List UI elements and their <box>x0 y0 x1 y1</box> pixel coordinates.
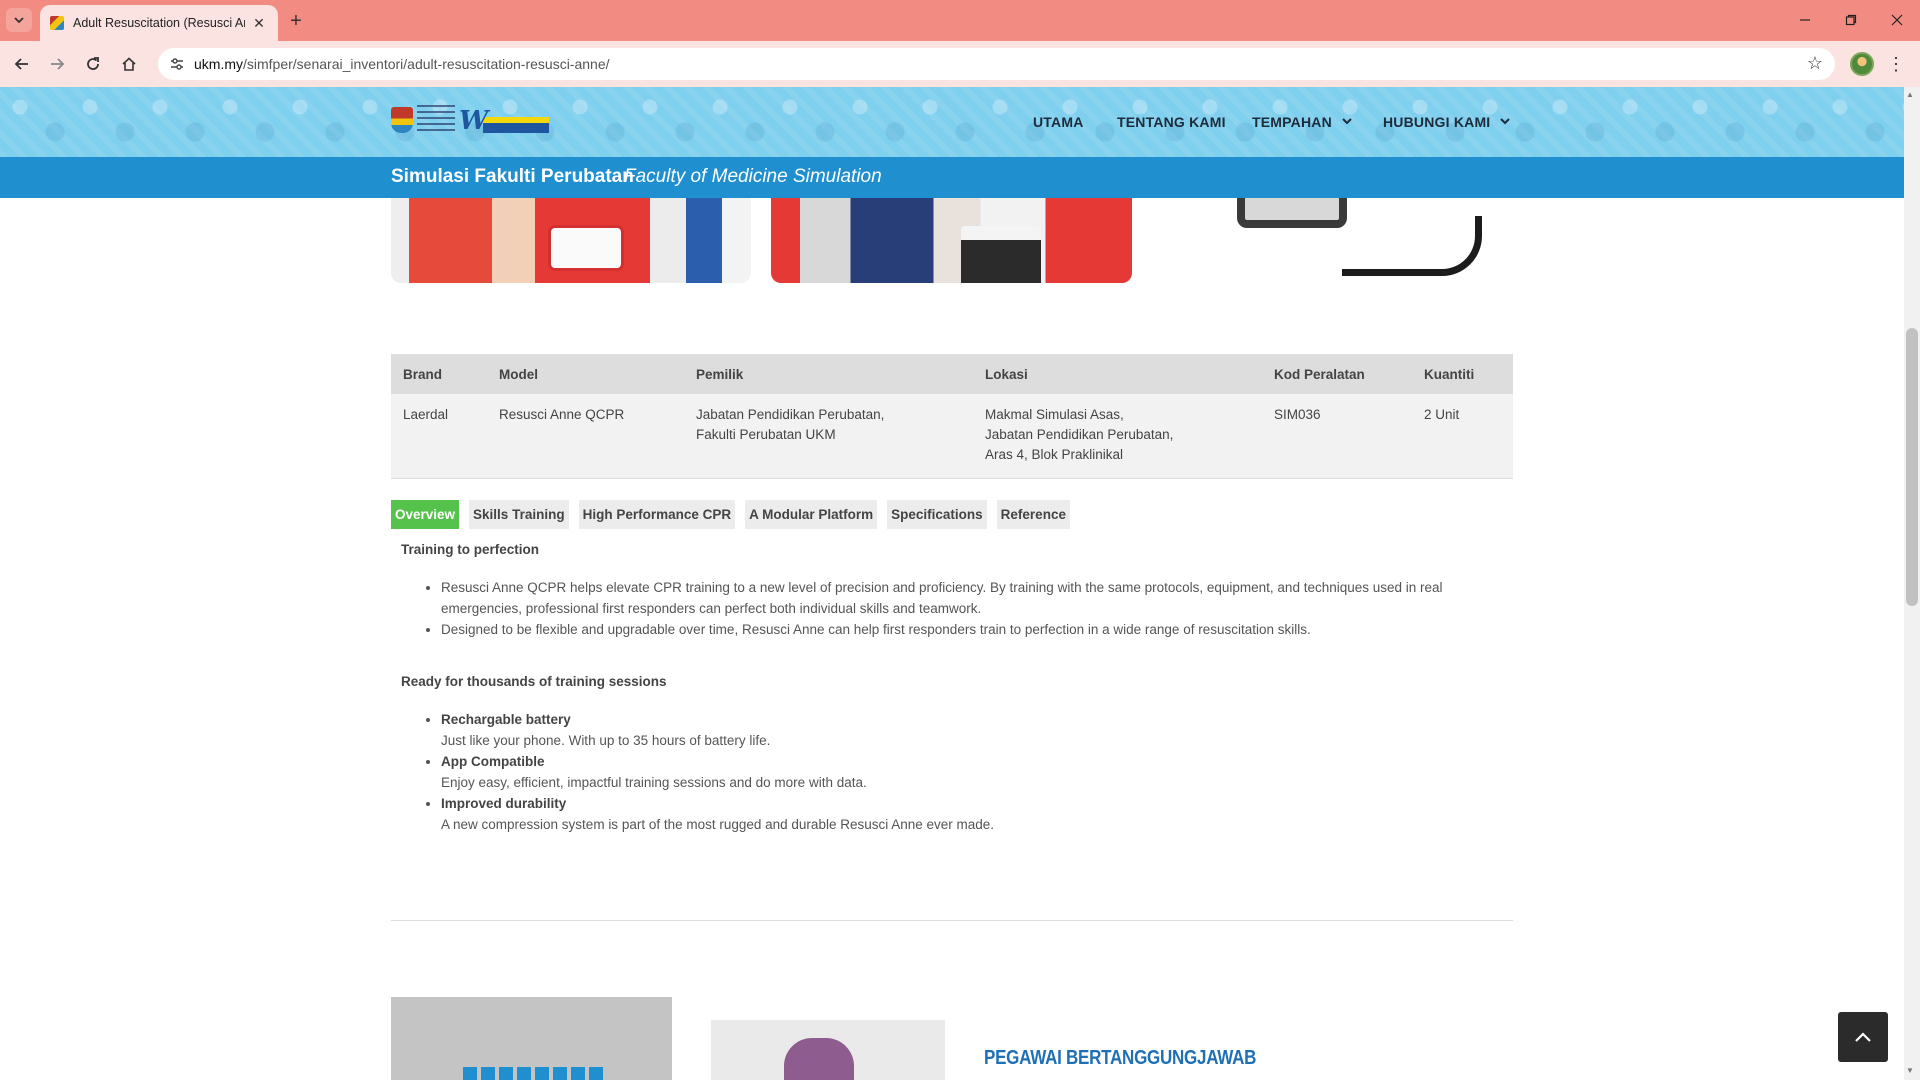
pemilik-cell: Jabatan Pendidikan Perubatan, Fakulti Pe… <box>684 394 973 479</box>
plus-icon[interactable]: + <box>282 8 310 34</box>
column-header: Kod Peralatan <box>1262 354 1412 394</box>
feature-title: App Compatible <box>441 754 545 769</box>
content-tabs: Overview Skills Training High Performanc… <box>391 500 1070 529</box>
site-title: Simulasi Fakulti Perubatan <box>391 166 634 187</box>
brand-cell: Laerdal <box>391 394 487 479</box>
nav-item-hubungi-kami[interactable]: HUBUNGI KAMI <box>1383 114 1511 130</box>
tab-reference[interactable]: Reference <box>996 500 1070 529</box>
site-subtitle: Faculty of Medicine Simulation <box>624 166 882 187</box>
lokasi-cell: Makmal Simulasi Asas, Jabatan Pendidikan… <box>973 394 1262 479</box>
column-header: Pemilik <box>684 354 973 394</box>
list-item: Designed to be flexible and upgradable o… <box>441 619 1511 640</box>
lokasi-line: Aras 4, Blok Praklinikal <box>985 447 1124 462</box>
url-text: ukm.my/simfper/senarai_inventori/adult-r… <box>194 56 610 72</box>
section-divider <box>391 920 1513 921</box>
nav-label: UTAMA <box>1033 114 1084 130</box>
list-item: Rechargable battery Just like your phone… <box>441 709 1511 751</box>
chevron-down-icon <box>1342 117 1352 128</box>
column-header: Kuantiti <box>1412 354 1513 394</box>
nav-item-utama[interactable]: UTAMA <box>1033 114 1084 130</box>
chevron-up-icon <box>1855 1032 1871 1042</box>
lokasi-line: Makmal Simulasi Asas, <box>985 407 1124 422</box>
address-bar[interactable]: ukm.my/simfper/senarai_inventori/adult-r… <box>158 48 1835 80</box>
gallery-image-1[interactable] <box>391 198 751 283</box>
nav-item-tentang-kami[interactable]: TENTANG KAMI <box>1117 114 1226 130</box>
table-row: Laerdal Resusci Anne QCPR Jabatan Pendid… <box>391 394 1513 479</box>
home-icon[interactable] <box>115 50 143 78</box>
url-path: /simfper/senarai_inventori/adult-resusci… <box>243 56 610 72</box>
nav-item-tempahan[interactable]: TEMPAHAN <box>1252 114 1352 130</box>
tab-specifications[interactable]: Specifications <box>887 500 987 529</box>
list-item: App Compatible Enjoy easy, efficient, im… <box>441 751 1511 793</box>
back-arrow-icon[interactable] <box>8 50 36 78</box>
feature-text: A new compression system is part of the … <box>441 817 995 832</box>
bullet-list: Resusci Anne QCPR helps elevate CPR trai… <box>401 577 1511 640</box>
section-title: Training to perfection <box>401 542 540 557</box>
chevron-down-icon <box>1500 117 1511 128</box>
tab-title: Adult Resuscitation (Resusci Anne <box>73 16 245 30</box>
pemilik-line: Fakulti Perubatan UKM <box>696 427 836 442</box>
page-viewport: W UTAMA TENTANG KAMI TEMPAHAN HUBUNGI KA… <box>0 87 1904 1080</box>
staff-logo-image <box>391 997 672 1080</box>
scroll-up-arrow-icon[interactable]: ▲ <box>1906 90 1914 99</box>
feature-title: Improved durability <box>441 796 567 811</box>
site-subheader: Simulasi Fakulti Perubatan Faculty of Me… <box>0 157 1904 198</box>
lokasi-line: Jabatan Pendidikan Perubatan, <box>985 427 1174 442</box>
column-header: Brand <box>391 354 487 394</box>
equipment-table: Brand Model Pemilik Lokasi Kod Peralatan… <box>391 354 1513 479</box>
back-to-top-button[interactable] <box>1838 1012 1888 1062</box>
tab-high-performance-cpr[interactable]: High Performance CPR <box>578 500 736 529</box>
feature-title: Rechargable battery <box>441 712 571 727</box>
restore-icon[interactable] <box>1836 8 1866 32</box>
gallery-image-2[interactable] <box>771 198 1132 283</box>
forward-arrow-icon[interactable] <box>43 50 71 78</box>
site-logo[interactable]: W <box>391 102 553 136</box>
scrollbar-thumb[interactable] <box>1906 328 1918 606</box>
section-title: Ready for thousands of training sessions <box>401 674 667 689</box>
more-vert-icon[interactable]: ⋮ <box>1886 52 1906 76</box>
pemilik-line: Jabatan Pendidikan Perubatan, <box>696 407 885 422</box>
profile-avatar[interactable] <box>1850 52 1874 76</box>
feature-text: Just like your phone. With up to 35 hour… <box>441 733 771 748</box>
browser-toolbar: ukm.my/simfper/senarai_inventori/adult-r… <box>0 41 1920 87</box>
ukm-crest-icon <box>391 107 413 133</box>
tab-modular-platform[interactable]: A Modular Platform <box>745 500 878 529</box>
nav-label: TENTANG KAMI <box>1117 114 1226 130</box>
model-cell: Resusci Anne QCPR <box>487 394 684 479</box>
site-favicon-icon <box>50 16 64 30</box>
browser-tab[interactable]: Adult Resuscitation (Resusci Anne ✕ <box>40 5 278 41</box>
list-item: Resusci Anne QCPR helps elevate CPR trai… <box>441 577 1511 619</box>
list-item: Improved durability A new compression sy… <box>441 793 1511 835</box>
browser-tab-strip: Adult Resuscitation (Resusci Anne ✕ + <box>0 0 1920 41</box>
site-header: W UTAMA TENTANG KAMI TEMPAHAN HUBUNGI KA… <box>0 87 1904 157</box>
tab-overview[interactable]: Overview <box>391 500 460 529</box>
table-header-row: Brand Model Pemilik Lokasi Kod Peralatan… <box>391 354 1513 394</box>
chevron-down-icon[interactable] <box>6 8 32 32</box>
reload-icon[interactable] <box>79 50 107 78</box>
minimize-icon[interactable] <box>1790 8 1820 32</box>
overview-panel: Training to perfection Resusci Anne QCPR… <box>401 542 1511 835</box>
ukm-logo <box>391 103 455 135</box>
kuantiti-cell: 2 Unit <box>1412 394 1513 479</box>
feature-text: Enjoy easy, efficient, impactful trainin… <box>441 775 867 790</box>
tab-skills-training[interactable]: Skills Training <box>469 500 569 529</box>
tune-icon[interactable] <box>168 55 186 73</box>
star-icon[interactable]: ☆ <box>1807 53 1823 74</box>
gallery-image-3[interactable] <box>1152 198 1513 283</box>
nav-label: TEMPAHAN <box>1252 114 1332 130</box>
column-header: Model <box>487 354 684 394</box>
window-close-icon[interactable] <box>1882 8 1912 32</box>
close-icon[interactable]: ✕ <box>250 14 268 32</box>
staff-photo <box>711 1020 945 1080</box>
feature-list: Rechargable battery Just like your phone… <box>401 709 1511 835</box>
watan-kita-logo: W <box>459 103 551 135</box>
url-host: ukm.my <box>194 56 243 72</box>
nav-label: HUBUNGI KAMI <box>1383 114 1491 130</box>
column-header: Lokasi <box>973 354 1262 394</box>
scroll-down-arrow-icon[interactable]: ▼ <box>1906 1066 1914 1075</box>
staff-heading: PEGAWAI BERTANGGUNGJAWAB <box>984 1047 1257 1069</box>
kod-cell: SIM036 <box>1262 394 1412 479</box>
